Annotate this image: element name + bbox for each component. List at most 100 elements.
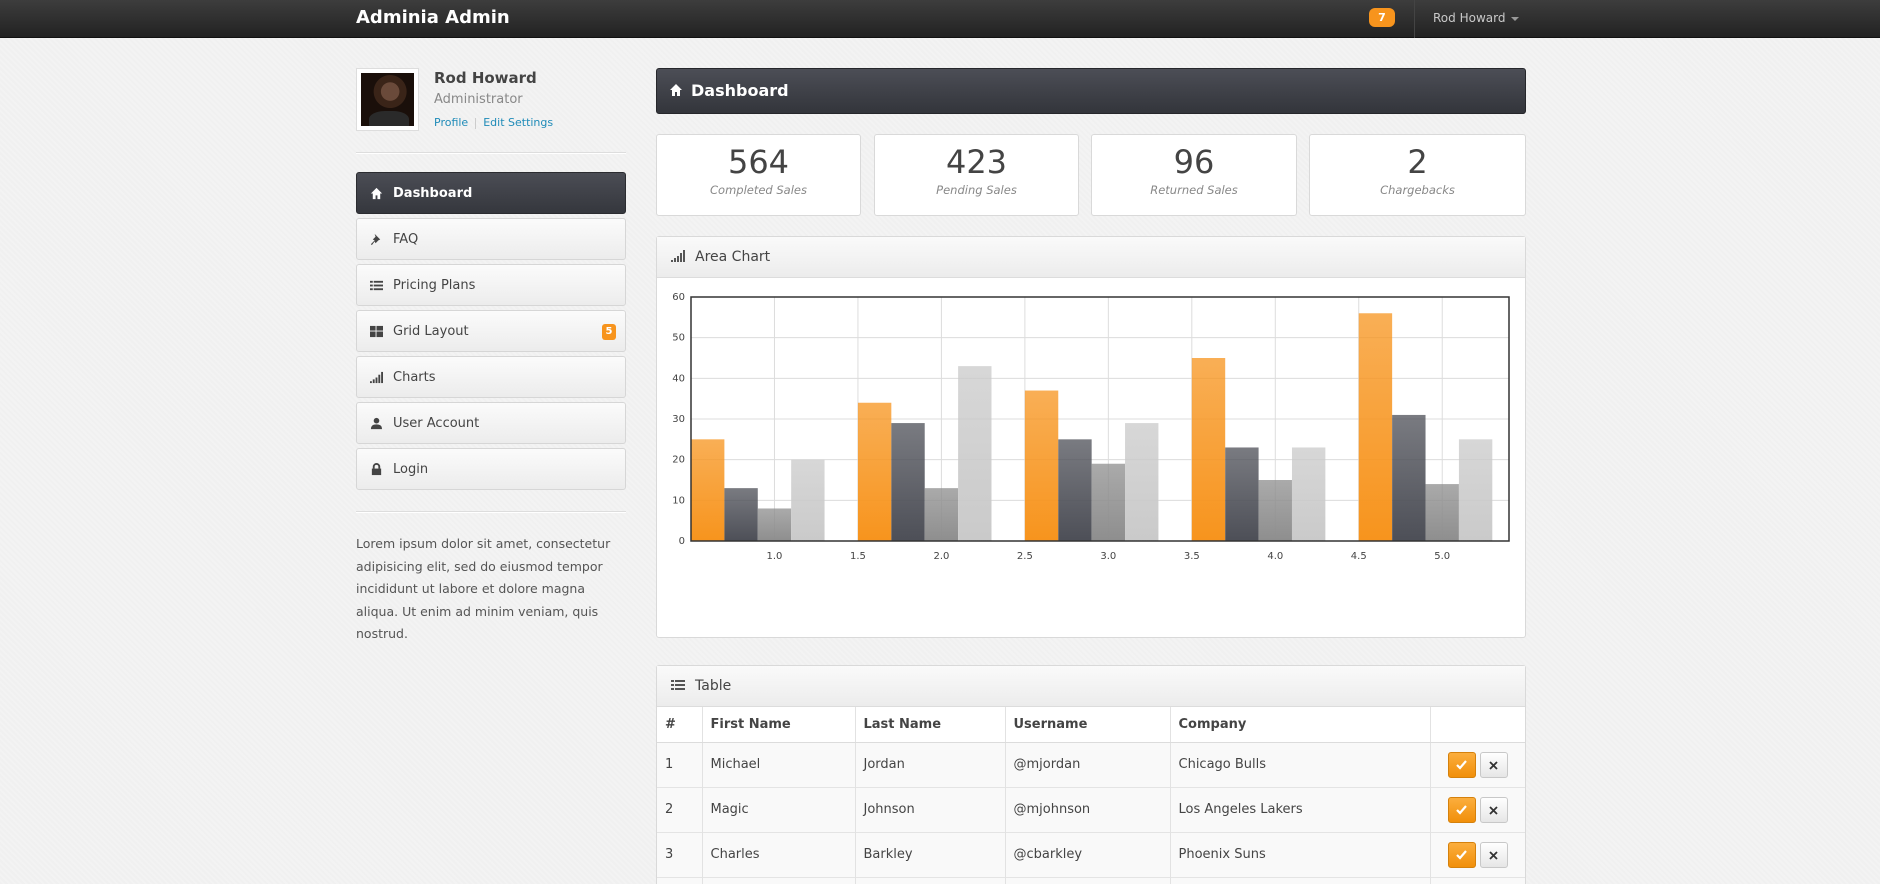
chart-bar bbox=[1024, 390, 1059, 541]
y-tick-label: 20 bbox=[672, 455, 685, 466]
sidebar-item-pricing-plans[interactable]: Pricing Plans bbox=[356, 264, 626, 306]
edit-settings-link[interactable]: Edit Settings bbox=[483, 116, 553, 129]
chart-bar bbox=[791, 459, 825, 541]
sidebar-blurb: Lorem ipsum dolor sit amet, consectetur … bbox=[356, 536, 611, 641]
delete-button[interactable] bbox=[1479, 841, 1508, 868]
x-tick-label: 2.0 bbox=[933, 551, 949, 562]
signal-icon bbox=[369, 371, 383, 385]
close-icon bbox=[1489, 760, 1498, 770]
table-cell bbox=[855, 876, 1006, 884]
stat-label: Completed Sales bbox=[710, 183, 807, 197]
x-tick-label: 4.0 bbox=[1267, 551, 1283, 562]
close-icon bbox=[1489, 850, 1498, 860]
column-header bbox=[1430, 707, 1525, 743]
signal-icon bbox=[671, 250, 685, 265]
y-tick-label: 30 bbox=[672, 414, 685, 425]
top-navbar: Adminia Admin 7 Rod Howard bbox=[0, 0, 1880, 38]
table-cell: Barkley bbox=[855, 831, 1006, 877]
chart-bar bbox=[891, 423, 925, 541]
sidebar-item-charts[interactable]: Charts bbox=[356, 356, 626, 398]
user-menu-dropdown[interactable]: Rod Howard bbox=[1433, 11, 1520, 25]
delete-button[interactable] bbox=[1479, 751, 1508, 778]
stat-value: 423 bbox=[945, 143, 1008, 181]
sidebar-item-login[interactable]: Login bbox=[356, 448, 626, 490]
table-row: 1 Michael Jordan @mjordan Chicago Bulls bbox=[657, 741, 1525, 787]
table-row bbox=[657, 876, 1525, 884]
list-icon bbox=[369, 279, 383, 293]
chart-bar bbox=[1258, 480, 1292, 541]
profile-links: Profile Edit Settings bbox=[434, 116, 553, 129]
table-cell: Charles bbox=[702, 831, 856, 877]
stat-card-chargebacks: 2 Chargebacks bbox=[1309, 134, 1526, 216]
table-cell: @mjordan bbox=[1005, 741, 1171, 787]
caret-down-icon bbox=[1511, 16, 1520, 21]
user-icon bbox=[369, 417, 383, 431]
sidebar-item-grid-layout[interactable]: Grid Layout 5 bbox=[356, 310, 626, 352]
chart-bar bbox=[1225, 447, 1259, 541]
grid-icon bbox=[369, 325, 383, 339]
x-tick-label: 1.0 bbox=[767, 551, 783, 562]
stat-value: 96 bbox=[1173, 143, 1215, 181]
table-cell bbox=[1005, 876, 1171, 884]
column-header: First Name bbox=[702, 707, 856, 743]
table-cell bbox=[657, 876, 703, 884]
sidebar-divider bbox=[356, 152, 626, 154]
sidebar-item-label: Charts bbox=[393, 370, 436, 385]
data-table: # First Name Last Name Username Company … bbox=[657, 707, 1525, 884]
chart-bar bbox=[1091, 463, 1126, 541]
chart-svg: 0 10 20 30 40 50 60 1.0 1.5 2.0 2.5 3.0 3.5 4.0 4.5 5.0 bbox=[672, 292, 1510, 562]
sidebar-item-label: Pricing Plans bbox=[393, 278, 476, 293]
approve-button[interactable] bbox=[1447, 841, 1476, 868]
table-header-row: # First Name Last Name Username Company bbox=[657, 707, 1525, 743]
approve-button[interactable] bbox=[1447, 751, 1476, 778]
stat-value: 2 bbox=[1407, 143, 1428, 181]
profile-link[interactable]: Profile bbox=[434, 116, 468, 129]
table-cell: 1 bbox=[657, 741, 703, 787]
stat-label: Chargebacks bbox=[1380, 183, 1455, 197]
chart-bar bbox=[691, 439, 725, 541]
approve-button[interactable] bbox=[1447, 796, 1476, 823]
chart-bar bbox=[1425, 484, 1459, 541]
table-panel-header: Table bbox=[657, 666, 1525, 707]
chart-bar bbox=[724, 488, 758, 541]
table-panel: Table # First Name Last Name Username Co… bbox=[656, 665, 1526, 884]
chart-bar bbox=[924, 488, 959, 541]
sidebar-nav: Dashboard FAQ Pricing Plans Grid Layout … bbox=[356, 172, 626, 494]
delete-button[interactable] bbox=[1479, 796, 1508, 823]
chart-bar bbox=[1392, 414, 1426, 541]
table-row: 3 Charles Barkley @cbarkley Phoenix Suns bbox=[657, 831, 1525, 877]
stat-card-returned-sales: 96 Returned Sales bbox=[1091, 134, 1297, 216]
notification-badge[interactable]: 7 bbox=[1369, 8, 1395, 27]
sidebar-divider bbox=[356, 511, 626, 513]
chart-bar bbox=[857, 402, 892, 541]
y-tick-label: 50 bbox=[672, 333, 685, 344]
app-title[interactable]: Adminia Admin bbox=[356, 7, 510, 28]
sidebar-item-dashboard[interactable]: Dashboard bbox=[356, 172, 626, 214]
table-cell: @mjohnson bbox=[1005, 786, 1171, 832]
row-actions bbox=[1430, 786, 1525, 832]
x-tick-label: 2.5 bbox=[1017, 551, 1033, 562]
profile-name: Rod Howard bbox=[434, 69, 537, 87]
sidebar-item-faq[interactable]: FAQ bbox=[356, 218, 626, 260]
y-tick-label: 60 bbox=[672, 292, 685, 303]
link-divider bbox=[475, 117, 477, 129]
chart-bar bbox=[958, 366, 992, 541]
chart-panel: Area Chart 0 10 20 30 40 50 60 1.0 1.5 2.0 2.5 3.0 3… bbox=[656, 236, 1526, 638]
column-header: Last Name bbox=[855, 707, 1006, 743]
profile-role: Administrator bbox=[434, 92, 523, 107]
sidebar-item-user-account[interactable]: User Account bbox=[356, 402, 626, 444]
chart-bar bbox=[1358, 313, 1393, 541]
avatar-image bbox=[361, 73, 414, 126]
close-icon bbox=[1489, 805, 1498, 815]
stat-label: Pending Sales bbox=[936, 183, 1017, 197]
column-header: Username bbox=[1005, 707, 1171, 743]
table-cell: Magic bbox=[702, 786, 856, 832]
home-icon bbox=[669, 83, 683, 101]
chart-panel-title: Area Chart bbox=[695, 249, 771, 265]
y-tick-label: 40 bbox=[672, 373, 685, 384]
sidebar-item-label: Login bbox=[393, 462, 429, 477]
table-cell bbox=[1170, 876, 1431, 884]
row-actions bbox=[1430, 831, 1525, 877]
table-row: 2 Magic Johnson @mjohnson Los Angeles La… bbox=[657, 786, 1525, 832]
table-cell: Chicago Bulls bbox=[1170, 741, 1431, 787]
